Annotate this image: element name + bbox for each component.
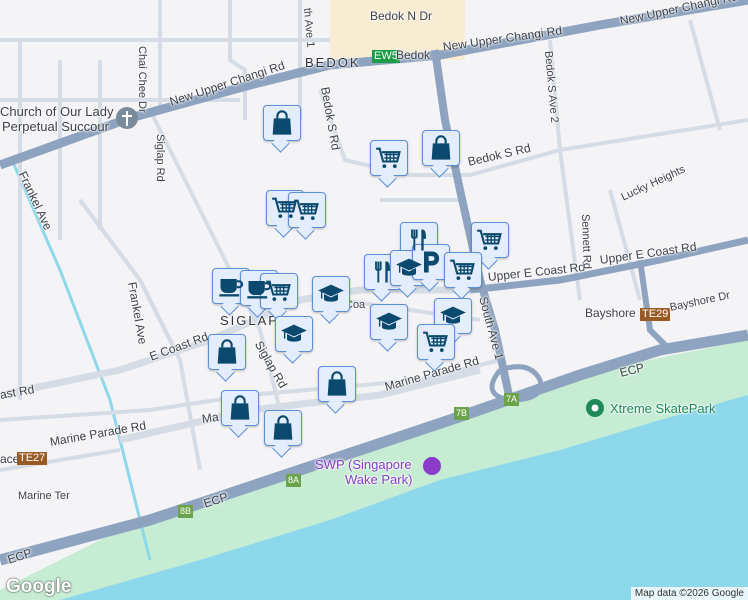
- shopping-icon: [323, 370, 351, 398]
- grocery-icon: [449, 256, 477, 284]
- map-marker-grocery[interactable]: [260, 273, 298, 309]
- road-label: Chai Chee Dr: [136, 46, 148, 113]
- map-marker-shopping[interactable]: [221, 390, 259, 426]
- restaurant-icon: [369, 258, 397, 286]
- map-marker-parking[interactable]: [412, 244, 450, 280]
- cafe-icon: [217, 272, 245, 300]
- poi-skatepark-label[interactable]: Xtreme SkatePark: [610, 401, 716, 416]
- school-icon: [317, 280, 345, 308]
- wakepark-pin-icon[interactable]: [423, 457, 441, 475]
- area-label-bedok: BEDOK: [305, 55, 361, 70]
- station-label-bedok[interactable]: Bedok: [396, 48, 430, 62]
- shopping-icon: [269, 414, 297, 442]
- parking-icon: [417, 248, 445, 276]
- road-label: Siglap Rd: [154, 134, 166, 182]
- shopping-icon: [226, 394, 254, 422]
- poi-church-label[interactable]: Church of Our Lady: [0, 104, 113, 119]
- map-canvas[interactable]: [0, 0, 748, 600]
- road-label: Bedok N Dr: [370, 9, 433, 23]
- map-marker-grocery[interactable]: [288, 192, 326, 228]
- map-marker-shopping[interactable]: [208, 334, 246, 370]
- map-attribution[interactable]: Map data ©2026 Google: [630, 587, 748, 600]
- shopping-icon: [213, 338, 241, 366]
- grocery-icon: [476, 226, 504, 254]
- grocery-icon: [375, 144, 403, 172]
- poi-church-label-2[interactable]: Perpetual Succour: [2, 119, 109, 134]
- school-icon: [439, 302, 467, 330]
- map-marker-school[interactable]: [370, 304, 408, 340]
- shopping-icon: [427, 134, 455, 162]
- grocery-icon: [422, 328, 450, 356]
- grocery-icon: [265, 277, 293, 305]
- map-marker-shopping[interactable]: [264, 410, 302, 446]
- school-icon: [375, 308, 403, 336]
- poi-wakepark-label[interactable]: SWP (Singapore: [315, 457, 412, 472]
- station-label-bayshore[interactable]: Bayshore: [585, 306, 636, 320]
- map-marker-grocery[interactable]: [444, 252, 482, 288]
- road-label: Marine Ter: [18, 490, 70, 502]
- map-marker-grocery[interactable]: [370, 140, 408, 176]
- map-marker-grocery[interactable]: [471, 222, 509, 258]
- map-marker-shopping[interactable]: [318, 366, 356, 402]
- skatepark-pin-dot: [591, 404, 599, 412]
- school-icon: [280, 320, 308, 348]
- exit-badge: 8B: [178, 505, 194, 518]
- map-marker-shopping[interactable]: [422, 130, 460, 166]
- road-label: Sennett Rd: [579, 213, 593, 270]
- shopping-icon: [268, 109, 296, 137]
- mrt-badge-te27: TE27: [17, 452, 48, 465]
- poi-wakepark-label-2[interactable]: Wake Park): [345, 472, 412, 487]
- map-marker-school[interactable]: [275, 316, 313, 352]
- exit-badge: 8A: [286, 474, 302, 487]
- exit-badge: 7B: [454, 407, 470, 420]
- map-marker-shopping[interactable]: [263, 105, 301, 141]
- google-logo[interactable]: Google: [6, 576, 71, 598]
- mrt-badge-te29: TE29: [640, 308, 671, 321]
- grocery-icon: [293, 196, 321, 224]
- map-marker-school[interactable]: [312, 276, 350, 312]
- map-marker-grocery[interactable]: [417, 324, 455, 360]
- exit-badge: 7A: [504, 393, 520, 406]
